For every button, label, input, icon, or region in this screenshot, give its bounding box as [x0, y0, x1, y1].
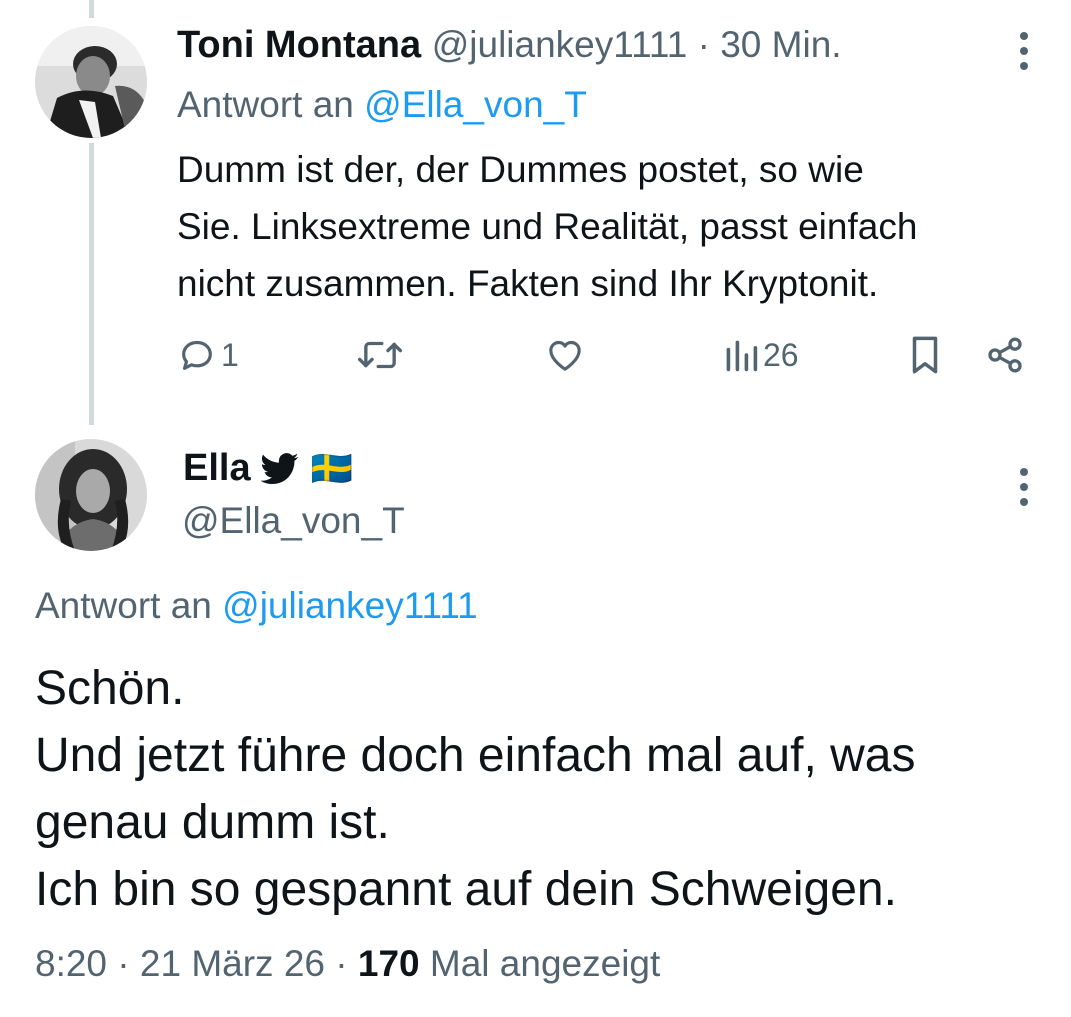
thread-line	[89, 143, 94, 425]
tweet2-text-line: Und jetzt führe doch einfach mal auf, wa…	[35, 729, 916, 782]
tweet2-author-handle[interactable]: @Ella_von_T	[182, 500, 405, 542]
views-button[interactable]: 26	[723, 333, 799, 377]
tweet2-text-line: Schön.	[35, 662, 185, 715]
avatar-ella[interactable]	[35, 439, 147, 551]
retweet-button[interactable]	[357, 333, 403, 377]
reply-count: 1	[221, 336, 239, 373]
tweet2-views-number: 170	[357, 943, 420, 984]
tweet2-text-line: genau dumm ist.	[35, 796, 390, 849]
tweet1-author-name[interactable]: Toni Montana	[177, 24, 421, 66]
reply-button[interactable]: 1	[177, 333, 239, 377]
tweet2-text-line: Ich bin so gespannt auf dein Schweigen.	[35, 863, 897, 916]
tweet2-date[interactable]: 21 März 26	[140, 943, 325, 984]
tweet1-header: Toni Montana @juliankey1111 · 30 Min.	[177, 24, 842, 67]
tweet1-timestamp[interactable]: 30 Min.	[720, 24, 841, 65]
bird-icon	[260, 452, 298, 484]
flag-sweden-icon: 🇸🇪	[310, 449, 353, 488]
tweet1-more-icon[interactable]	[1019, 32, 1029, 70]
tweet1-reply-prefix: Antwort an	[177, 84, 354, 125]
tweet2-separator: ·	[335, 943, 348, 984]
bookmark-icon	[912, 336, 938, 374]
views-count: 26	[763, 336, 799, 373]
tweet1-reply-context: Antwort an @Ella_von_T	[177, 84, 587, 126]
reply-icon	[182, 340, 212, 370]
tweet2-author-name[interactable]: Ella	[183, 447, 251, 490]
tweet1-text-line: nicht zusammen. Fakten sind Ihr Kryptoni…	[177, 263, 879, 304]
bookmark-button[interactable]	[906, 333, 944, 377]
tweet1-reply-mention[interactable]: @Ella_von_T	[364, 84, 587, 125]
tweet2-views-label: Mal angezeigt	[429, 943, 661, 984]
tweet1-text-line: Dumm ist der, der Dummes postet, so wie	[177, 149, 864, 190]
share-button[interactable]	[985, 333, 1025, 377]
tweet2-footer: 8:20 · 21 März 26 · 170 Mal angezeigt	[35, 943, 660, 985]
heart-icon	[549, 340, 581, 371]
like-button[interactable]	[544, 333, 586, 377]
avatar-toni-montana[interactable]	[35, 26, 147, 138]
thread-line-top	[89, 0, 94, 18]
tweet2-reply-context: Antwort an @juliankey1111	[35, 585, 478, 627]
tweet2-text: Schön. Und jetzt führe doch einfach mal …	[35, 655, 1055, 923]
tweet2-separator: ·	[117, 943, 130, 984]
tweet2-reply-prefix: Antwort an	[35, 585, 212, 626]
tweet1-author-handle[interactable]: @juliankey1111	[432, 24, 688, 65]
tweet2-reply-mention[interactable]: @juliankey1111	[222, 585, 478, 626]
tweet2-author-line: Ella 🇸🇪	[183, 447, 353, 490]
tweet2-time[interactable]: 8:20	[35, 943, 107, 984]
retweet-icon	[357, 341, 403, 369]
tweet2-more-icon[interactable]	[1019, 468, 1029, 506]
tweet1-text: Dumm ist der, der Dummes postet, so wie …	[177, 141, 1057, 312]
share-icon	[988, 337, 1022, 373]
tweet1-separator: ·	[697, 24, 710, 65]
views-icon	[726, 340, 758, 372]
tweet1-text-line: Sie. Linksextreme und Realität, passt ei…	[177, 206, 918, 247]
